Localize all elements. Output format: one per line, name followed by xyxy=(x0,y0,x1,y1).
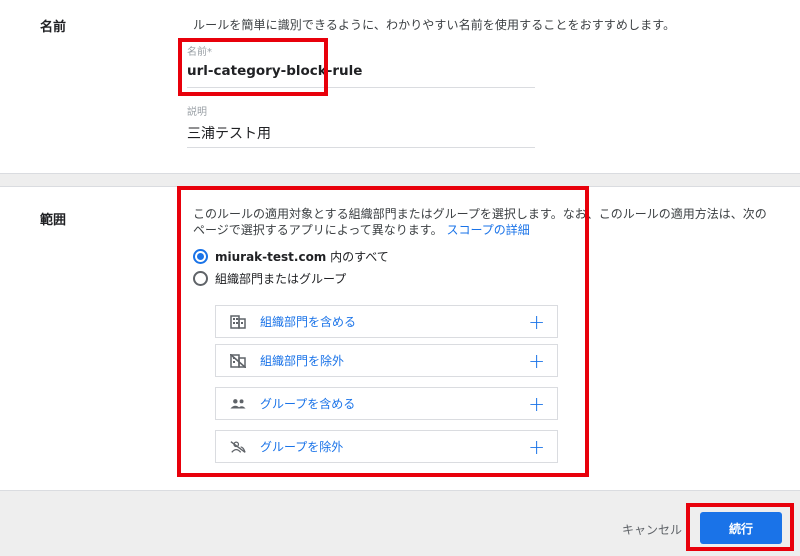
scope-card: 範囲 このルールの適用対象とする組織部門またはグループを選択します。なお、このル… xyxy=(0,186,800,491)
radio-all-domain-label: miurak-test.com 内のすべて xyxy=(215,248,389,265)
exclude-org-unit-label: 組織部門を除外 xyxy=(260,354,345,368)
description-field-value[interactable]: 三浦テスト用 xyxy=(187,123,271,143)
plus-icon[interactable]: + xyxy=(528,437,545,457)
scope-description-line1: このルールの適用対象とする組織部門またはグループを選択します。なお、このルールの… xyxy=(193,207,767,221)
name-section-label: 名前 xyxy=(40,20,67,35)
group-icon xyxy=(230,396,246,412)
plus-icon[interactable]: + xyxy=(528,312,545,332)
include-group-label: グループを含める xyxy=(260,397,356,411)
radio-all-domain-suffix: 内のすべて xyxy=(326,249,389,264)
scope-description: このルールの適用対象とする組織部門またはグループを選択します。なお、このルールの… xyxy=(193,206,783,238)
name-field-value[interactable]: url-category-block-rule xyxy=(187,63,362,79)
description-field-label: 説明 xyxy=(187,107,207,118)
name-hint: ルールを簡単に識別できるように、わかりやすい名前を使用することをおすすめします。 xyxy=(193,18,676,32)
radio-all-domain[interactable]: miurak-test.com 内のすべて xyxy=(193,247,389,265)
exclude-group-label: グループを除外 xyxy=(260,440,344,454)
group-off-icon xyxy=(230,439,246,455)
plus-icon[interactable]: + xyxy=(528,394,545,414)
continue-button[interactable]: 続行 xyxy=(700,512,782,544)
exclude-group-button[interactable]: グループを除外 + xyxy=(215,430,558,463)
radio-org-or-group-label: 組織部門またはグループ xyxy=(215,271,347,286)
radio-checked-icon[interactable] xyxy=(193,248,208,264)
radio-org-or-group[interactable]: 組織部門またはグループ xyxy=(193,269,346,287)
include-org-unit-button[interactable]: 組織部門を含める + xyxy=(215,305,558,338)
radio-domain-name: miurak-test.com xyxy=(215,249,327,264)
building-off-icon xyxy=(230,353,246,369)
scope-section-label: 範囲 xyxy=(40,213,67,228)
scope-details-link[interactable]: スコープの詳細 xyxy=(446,223,529,237)
cancel-button[interactable]: キャンセル xyxy=(622,521,682,538)
exclude-org-unit-button[interactable]: 組織部門を除外 + xyxy=(215,344,558,377)
include-org-unit-label: 組織部門を含める xyxy=(260,315,357,329)
description-field-underline xyxy=(187,147,535,148)
include-group-button[interactable]: グループを含める + xyxy=(215,387,558,420)
radio-unchecked-icon[interactable] xyxy=(193,270,208,286)
name-field-label: 名前* xyxy=(187,47,212,58)
building-icon xyxy=(230,314,246,330)
name-field-underline xyxy=(187,87,535,88)
name-card: 名前 ルールを簡単に識別できるように、わかりやすい名前を使用することをおすすめし… xyxy=(0,0,800,174)
scope-description-line2: ページで選択するアプリによって異なります。 xyxy=(193,223,443,237)
plus-icon[interactable]: + xyxy=(528,351,545,371)
